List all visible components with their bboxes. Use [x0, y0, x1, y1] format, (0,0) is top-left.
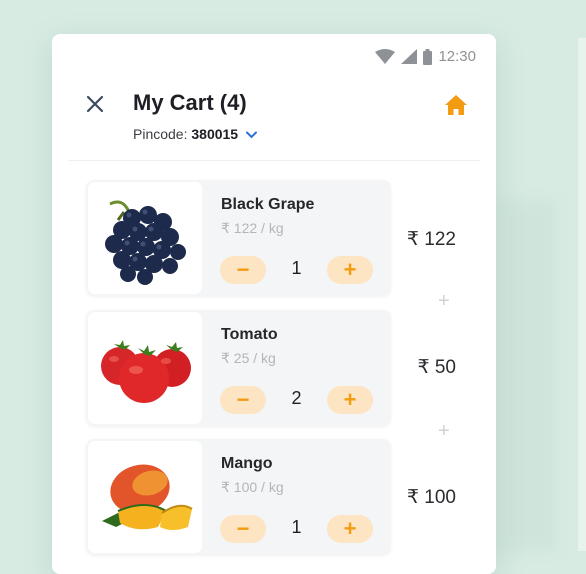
background-edge — [578, 38, 586, 551]
battery-icon — [423, 48, 433, 65]
decrease-quantity-button[interactable]: − — [220, 256, 266, 284]
background-card — [496, 200, 556, 551]
decrease-quantity-button[interactable]: − — [220, 386, 266, 414]
tomato-illustration — [101, 340, 191, 403]
item-unit-price: ₹ 100 / kg — [221, 479, 284, 495]
item-name: Mango — [221, 455, 273, 472]
cart-screen: 12:30 My Cart (4) Pincode: 380015 Black … — [52, 34, 496, 574]
increase-quantity-button[interactable]: + — [327, 256, 373, 284]
header-divider — [68, 160, 480, 161]
cart-item-tomato: Tomato ₹ 25 / kg − 2 + — [86, 310, 391, 426]
item-unit-price: ₹ 122 / kg — [221, 220, 284, 236]
wifi-icon — [375, 49, 396, 64]
separator-plus: + — [438, 290, 450, 312]
item-unit-price: ₹ 25 / kg — [221, 350, 276, 366]
product-image-mango — [88, 441, 202, 553]
cart-item-mango: Mango ₹ 100 / kg − 1 + — [86, 439, 391, 555]
pincode-value: 380015 — [191, 126, 239, 142]
increase-quantity-button[interactable]: + — [327, 386, 373, 414]
item-name: Black Grape — [221, 196, 315, 213]
item-quantity: 1 — [291, 258, 302, 278]
item-quantity: 2 — [291, 388, 302, 408]
page-title: My Cart (4) — [133, 90, 247, 115]
signal-icon — [401, 49, 418, 64]
grape-illustration — [105, 200, 186, 285]
pincode-selector[interactable]: Pincode: 380015 — [133, 126, 257, 142]
status-bar: 12:30 — [375, 48, 476, 65]
item-quantity: 1 — [291, 517, 302, 537]
status-time: 12:30 — [438, 48, 476, 65]
item-total: ₹ 122 — [406, 229, 456, 250]
product-image-tomato — [88, 312, 202, 424]
separator-plus: + — [438, 420, 450, 442]
mango-illustration — [102, 464, 193, 530]
increase-quantity-button[interactable]: + — [327, 515, 373, 543]
pincode-label: Pincode: — [133, 126, 188, 142]
item-total: ₹ 50 — [417, 357, 456, 378]
item-name: Tomato — [221, 326, 278, 343]
close-icon[interactable] — [85, 94, 105, 114]
home-icon[interactable] — [444, 94, 468, 116]
cart-item-black-grape: Black Grape ₹ 122 / kg − 1 + — [86, 180, 391, 296]
decrease-quantity-button[interactable]: − — [220, 515, 266, 543]
product-image-grape — [88, 182, 202, 294]
item-total: ₹ 100 — [406, 487, 456, 508]
chevron-down-icon[interactable] — [245, 131, 257, 139]
